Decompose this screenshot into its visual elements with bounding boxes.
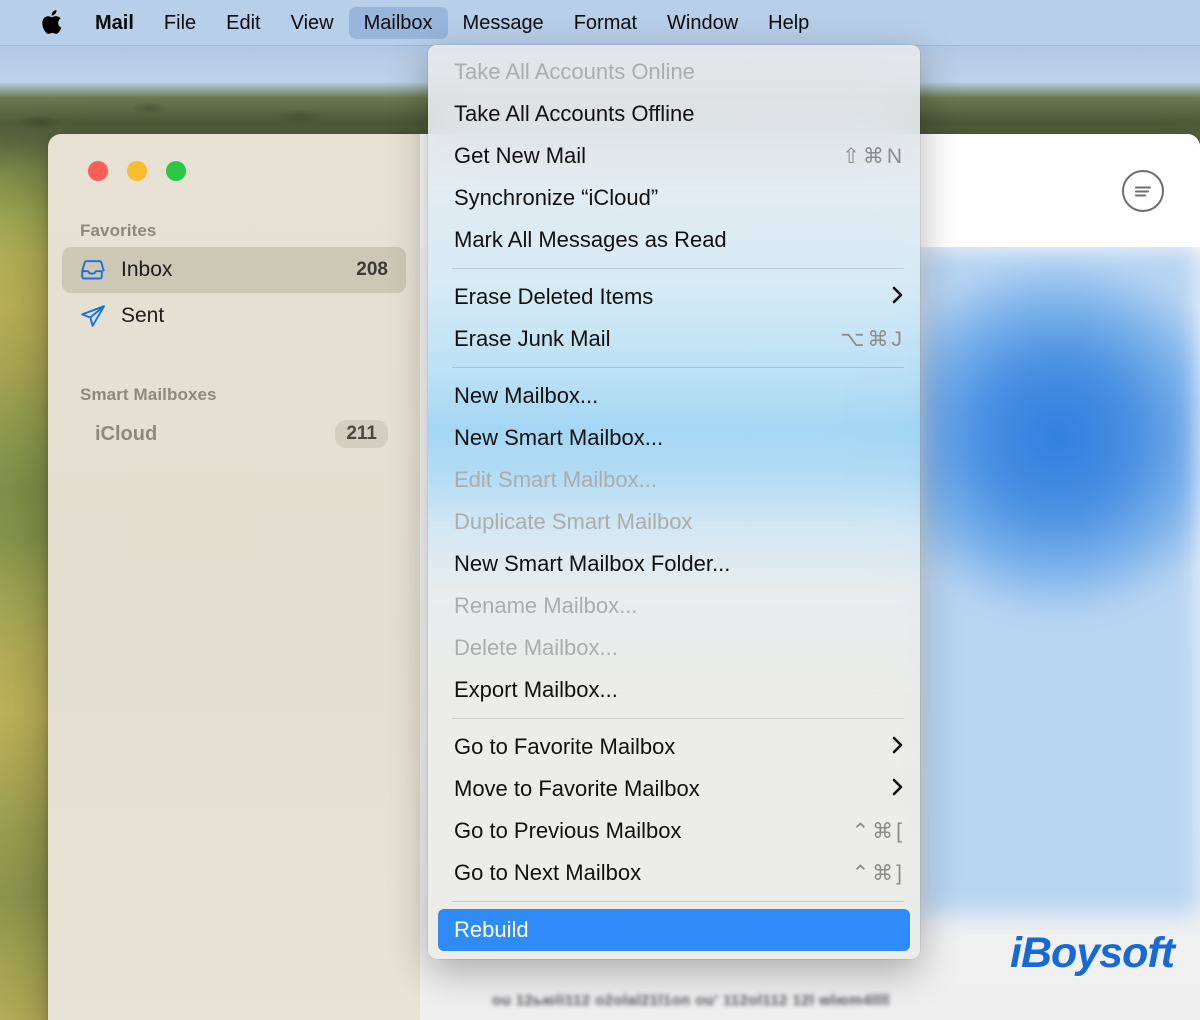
menu-separator — [452, 268, 904, 269]
iboysoft-watermark: iBoysoft — [1010, 929, 1175, 977]
menu-item-export-mailbox[interactable]: Export Mailbox... — [428, 669, 920, 711]
message-preview-pane — [918, 247, 1200, 915]
menu-item-go-to-favorite-mailbox[interactable]: Go to Favorite Mailbox — [428, 726, 920, 768]
menu-item-label: New Smart Mailbox Folder... — [454, 551, 731, 576]
sidebar-item-icloud[interactable]: iCloud 211 — [62, 411, 406, 457]
menu-bar-item-view[interactable]: View — [276, 7, 349, 39]
menu-item-edit-smart-mailbox: Edit Smart Mailbox... — [428, 459, 920, 501]
blurred-message-text — [492, 962, 497, 979]
menu-bar-item-mail[interactable]: Mail — [80, 7, 149, 39]
menu-item-duplicate-smart-mailbox: Duplicate Smart Mailbox — [428, 501, 920, 543]
sidebar-item-sent[interactable]: Sent — [62, 293, 406, 339]
menu-item-delete-mailbox: Delete Mailbox... — [428, 627, 920, 669]
menu-item-shortcut: ⇧⌘N — [842, 144, 905, 168]
menu-bar: Mail File Edit View Mailbox Message Format Wind… — [0, 0, 1200, 46]
menu-item-label: Erase Deleted Items — [454, 284, 654, 309]
close-button[interactable] — [88, 161, 108, 181]
menu-bar-item-format[interactable]: Format — [559, 7, 652, 39]
apple-logo-icon[interactable] — [34, 6, 68, 40]
sidebar-sections: Favorites Inbox 208 Sent Smart Mailboxes iClo… — [62, 221, 406, 457]
window-traffic-lights — [62, 134, 406, 181]
menu-item-take-all-accounts-online: Take All Accounts Online — [428, 51, 920, 93]
menu-item-shortcut: ⌃⌘] — [851, 861, 905, 885]
menu-item-shortcut: ⌃⌘[ — [851, 819, 905, 843]
menu-item-rebuild[interactable]: Rebuild — [438, 909, 910, 951]
paper-plane-icon — [80, 304, 106, 328]
minimize-button[interactable] — [127, 161, 147, 181]
mailbox-dropdown-menu: Take All Accounts Online Take All Account… — [428, 45, 920, 959]
filter-sort-icon[interactable] — [1122, 169, 1164, 212]
mailbox-sidebar: Favorites Inbox 208 Sent Smart Mailboxes iClo… — [48, 134, 420, 1020]
menu-item-label: Edit Smart Mailbox... — [454, 467, 657, 492]
menu-bar-item-message[interactable]: Message — [448, 7, 559, 39]
menu-item-label: Go to Previous Mailbox — [454, 818, 682, 843]
menu-item-label: Rename Mailbox... — [454, 593, 638, 618]
menu-item-new-mailbox[interactable]: New Mailbox... — [428, 375, 920, 417]
sidebar-item-count: 211 — [335, 420, 388, 448]
menu-item-label: Delete Mailbox... — [454, 635, 618, 660]
sidebar-item-label: Sent — [121, 304, 165, 327]
menu-separator — [452, 718, 904, 719]
menu-item-shortcut: ⌥⌘J — [840, 327, 905, 351]
menu-item-label: Mark All Messages as Read — [454, 227, 727, 252]
blurred-message-text: ou 12ьюli112 o2olal21l1on ou' 112ol112 1… — [492, 992, 890, 1009]
menu-item-new-smart-mailbox-folder[interactable]: New Smart Mailbox Folder... — [428, 543, 920, 585]
menu-item-rename-mailbox: Rename Mailbox... — [428, 585, 920, 627]
menu-bar-item-help[interactable]: Help — [753, 7, 824, 39]
menu-bar-item-window[interactable]: Window — [652, 7, 753, 39]
menu-item-label: Erase Junk Mail — [454, 326, 611, 351]
menu-item-mark-all-messages-as-read[interactable]: Mark All Messages as Read — [428, 219, 920, 261]
sidebar-section-header: Favorites — [80, 221, 157, 240]
chevron-right-icon — [891, 284, 905, 310]
menu-item-label: New Mailbox... — [454, 383, 599, 408]
menu-item-label: Get New Mail — [454, 143, 587, 168]
menu-item-go-to-previous-mailbox[interactable]: Go to Previous Mailbox ⌃⌘[ — [428, 810, 920, 852]
menu-item-go-to-next-mailbox[interactable]: Go to Next Mailbox ⌃⌘] — [428, 852, 920, 894]
menu-item-label: Synchronize “iCloud” — [454, 185, 659, 210]
menu-item-label: Take All Accounts Offline — [454, 101, 695, 126]
sidebar-item-count: 208 — [356, 259, 388, 280]
menu-item-label: Duplicate Smart Mailbox — [454, 509, 693, 534]
maximize-button[interactable] — [166, 161, 186, 181]
menu-item-erase-junk-mail[interactable]: Erase Junk Mail ⌥⌘J — [428, 318, 920, 360]
chevron-right-icon — [891, 776, 905, 802]
menu-bar-item-file[interactable]: File — [149, 7, 211, 39]
menu-item-synchronize-icloud[interactable]: Synchronize “iCloud” — [428, 177, 920, 219]
menu-bar-items: Mail File Edit View Mailbox Message Format Wind… — [80, 6, 824, 39]
sidebar-item-label: Inbox — [121, 258, 173, 281]
menu-item-move-to-favorite-mailbox[interactable]: Move to Favorite Mailbox — [428, 768, 920, 810]
menu-item-erase-deleted-items[interactable]: Erase Deleted Items — [428, 276, 920, 318]
sidebar-item-label: iCloud — [95, 422, 158, 445]
menu-item-label: Go to Next Mailbox — [454, 860, 642, 885]
menu-separator — [452, 367, 904, 368]
menu-item-new-smart-mailbox[interactable]: New Smart Mailbox... — [428, 417, 920, 459]
menu-item-label: Export Mailbox... — [454, 677, 618, 702]
menu-item-label: Take All Accounts Online — [454, 59, 695, 84]
menu-bar-item-edit[interactable]: Edit — [211, 7, 275, 39]
menu-item-take-all-accounts-offline[interactable]: Take All Accounts Offline — [428, 93, 920, 135]
menu-item-label: New Smart Mailbox... — [454, 425, 664, 450]
chevron-right-icon — [891, 734, 905, 760]
sidebar-item-inbox[interactable]: Inbox 208 — [62, 247, 406, 293]
sidebar-section-header: Smart Mailboxes — [80, 385, 217, 404]
menu-item-label: Move to Favorite Mailbox — [454, 776, 700, 801]
menu-item-get-new-mail[interactable]: Get New Mail ⇧⌘N — [428, 135, 920, 177]
menu-separator — [452, 901, 904, 902]
menu-bar-item-mailbox[interactable]: Mailbox — [348, 6, 448, 39]
menu-item-label: Rebuild — [454, 917, 529, 942]
menu-item-label: Go to Favorite Mailbox — [454, 734, 676, 759]
inbox-tray-icon — [80, 259, 106, 281]
